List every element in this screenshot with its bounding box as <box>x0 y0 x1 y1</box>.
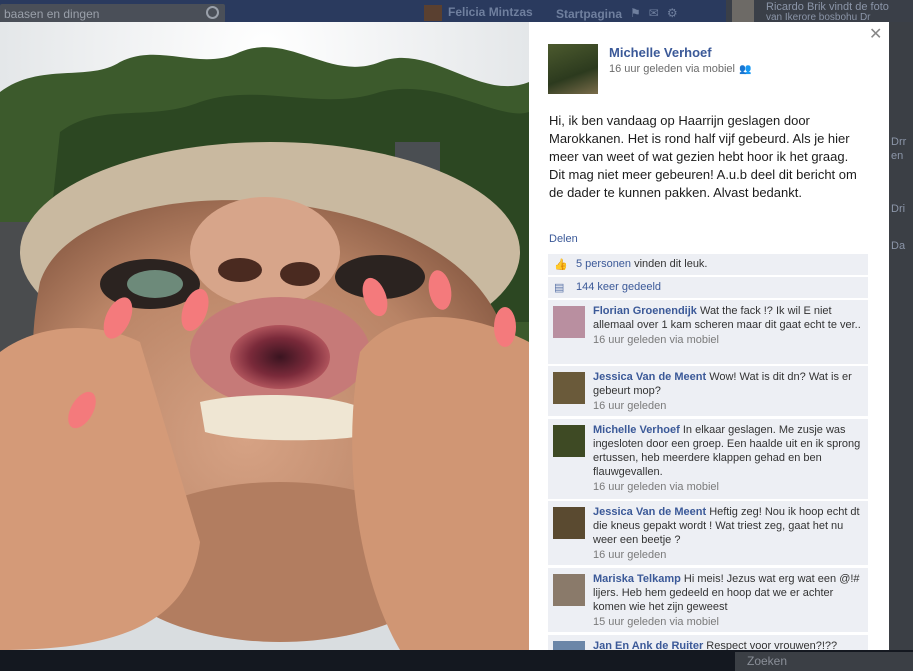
comment: Florian Groenendijk Wat the fack !? Ik w… <box>548 300 868 364</box>
share-icon: ▤ <box>554 282 565 294</box>
chat-search-label: Zoeken <box>747 654 788 668</box>
like-thumb-icon: 👍 <box>554 259 568 271</box>
post-author[interactable]: Michelle Verhoef <box>609 45 712 60</box>
avatar[interactable] <box>553 372 585 404</box>
likes-count-link[interactable]: 5 personen <box>576 258 631 270</box>
background-search-text: baasen en dingen <box>4 7 100 21</box>
comment-author[interactable]: Jessica Van de Meent <box>593 506 706 518</box>
comment: Jan En Ank de Ruiter Respect voor vrouwe… <box>548 635 868 650</box>
comment-author[interactable]: Jessica Van de Meent <box>593 371 706 383</box>
photo-viewer-modal: ✕ Michelle Verhoef 16 uur geleden via mo… <box>0 22 889 650</box>
post-timestamp[interactable]: 16 uur geleden via mobiel <box>609 63 735 75</box>
likes-row: 👍 5 personen vinden dit leuk. <box>548 254 868 275</box>
search-icon <box>206 6 219 19</box>
background-notification: Ricardo Brik vindt de foto van Ikerore b… <box>726 0 913 23</box>
comment-text: Respect voor vrouwen?!?? <box>706 640 838 650</box>
background-search-field: baasen en dingen <box>0 4 225 23</box>
close-icon[interactable]: ✕ <box>869 24 882 44</box>
avatar[interactable] <box>553 641 585 650</box>
notification-avatar <box>732 0 754 22</box>
post-text: Hi, ik ben vandaag op Haarrijn geslagen … <box>549 113 857 200</box>
chat-search-bar[interactable]: Zoeken <box>735 652 913 671</box>
comment-author[interactable]: Michelle Verhoef <box>593 424 680 436</box>
comment: Mariska Telkamp Hi meis! Jezus wat erg w… <box>548 568 868 632</box>
people-icon: 👥 <box>738 64 752 75</box>
background-nav-icons: ⚑✉⚙ <box>630 6 686 20</box>
background-user-name: Felicia Mintzas <box>448 5 533 20</box>
avatar[interactable] <box>553 507 585 539</box>
background-side-snippet: Drr <box>891 136 907 148</box>
likes-text: 5 personen vinden dit leuk. <box>576 258 708 270</box>
avatar[interactable] <box>548 44 598 94</box>
comment: Jessica Van de Meent Wow! Wat is dit dn?… <box>548 366 868 416</box>
background-side-snippet: en <box>891 150 904 162</box>
avatar[interactable] <box>553 306 585 338</box>
shares-link[interactable]: 144 keer gedeeld <box>576 281 661 293</box>
background-home-link: Startpagina <box>556 7 623 21</box>
background-right-column <box>889 22 913 650</box>
comment-time[interactable]: 15 uur geleden via mobiel <box>593 615 863 629</box>
background-side-snippet: Dri <box>891 203 906 215</box>
comment-time[interactable]: 16 uur geleden <box>593 399 863 413</box>
comment: Michelle Verhoef In elkaar geslagen. Me … <box>548 419 868 499</box>
comment-author[interactable]: Jan En Ank de Ruiter <box>593 640 703 650</box>
background-user: Felicia Mintzas <box>424 5 533 21</box>
photo-image <box>0 22 529 650</box>
comment-time[interactable]: 16 uur geleden via mobiel <box>593 480 863 494</box>
likes-suffix: vinden dit leuk. <box>634 258 708 270</box>
shares-row: ▤ 144 keer gedeeld <box>548 277 868 298</box>
comment-author[interactable]: Mariska Telkamp <box>593 573 681 585</box>
user-avatar <box>424 5 442 21</box>
comment: Jessica Van de Meent Heftig zeg! Nou ik … <box>548 501 868 565</box>
background-side-snippet: Da <box>891 240 906 252</box>
post-meta: 16 uur geleden via mobiel 👥 <box>609 63 751 75</box>
post-panel: Michelle Verhoef 16 uur geleden via mobi… <box>548 22 870 650</box>
comment-time[interactable]: 16 uur geleden via mobiel <box>593 333 863 347</box>
avatar[interactable] <box>553 425 585 457</box>
photo[interactable] <box>0 22 529 650</box>
comment-time[interactable]: 16 uur geleden <box>593 548 863 562</box>
comment-author[interactable]: Florian Groenendijk <box>593 305 697 317</box>
share-link[interactable]: Delen <box>549 233 578 245</box>
avatar[interactable] <box>553 574 585 606</box>
